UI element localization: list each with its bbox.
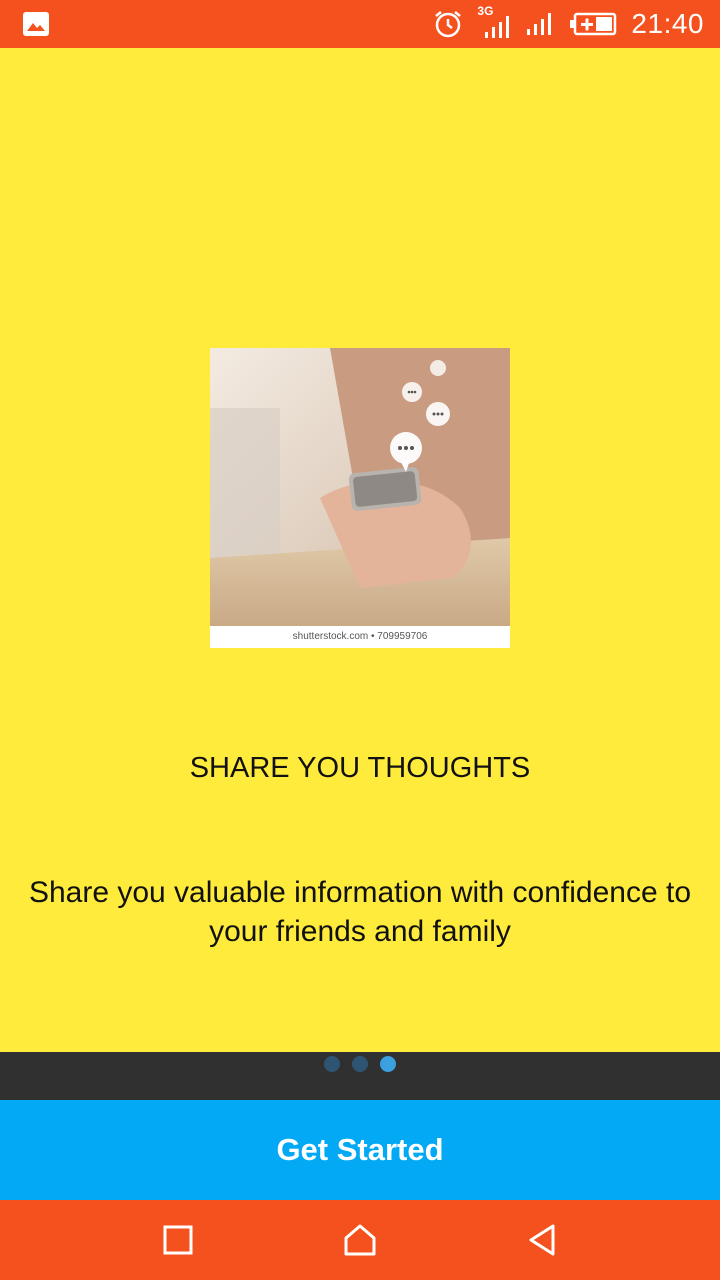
page-dot-3-active[interactable] [380, 1056, 396, 1072]
system-nav-bar [0, 1200, 720, 1280]
slide-title: SHARE YOU THOUGHTS [189, 752, 531, 784]
recent-apps-icon [163, 1225, 193, 1255]
phone-in-hands-illustration [210, 348, 510, 626]
page-indicator [0, 1056, 720, 1072]
slide-image: shutterstock.com • 709959706 [210, 348, 510, 648]
onboarding-slide[interactable]: shutterstock.com • 709959706 SHARE YOU T… [0, 48, 720, 1052]
home-button[interactable] [340, 1220, 380, 1260]
signal-icon [527, 13, 552, 35]
back-button[interactable] [522, 1220, 562, 1260]
status-time: 21:40 [631, 8, 704, 39]
image-notification-icon [23, 12, 49, 36]
battery-icon [570, 12, 617, 36]
status-bar: 3G 21:40 [0, 0, 720, 48]
page-dot-1[interactable] [324, 1056, 340, 1072]
recent-apps-button[interactable] [158, 1220, 198, 1260]
slide-description: Share you valuable information with conf… [28, 876, 692, 948]
page-dot-2[interactable] [352, 1056, 368, 1072]
page-indicator-bar [0, 1052, 720, 1100]
alarm-icon [435, 11, 462, 38]
image-watermark-caption: shutterstock.com • 709959706 [210, 626, 510, 648]
back-icon [529, 1224, 555, 1256]
home-icon [344, 1224, 376, 1256]
get-started-button[interactable]: Get Started [0, 1100, 720, 1200]
signal-3g-icon: 3G [477, 4, 513, 40]
